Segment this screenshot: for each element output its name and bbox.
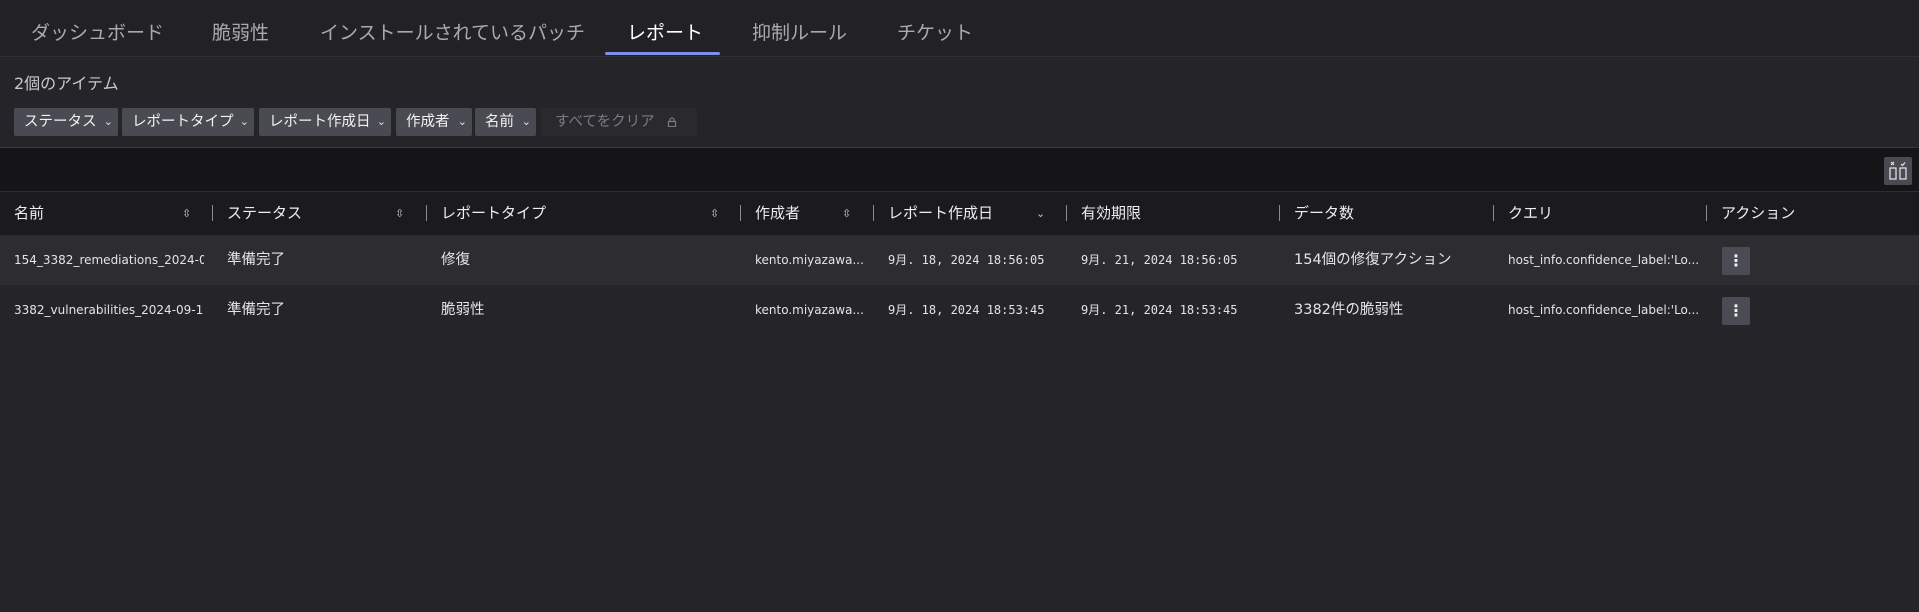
cell-data-count: 154個の修復アクション xyxy=(1294,252,1452,268)
tab-vulnerabilities[interactable]: 脆弱性 xyxy=(212,0,269,57)
cell-report-type: 修復 xyxy=(441,252,470,268)
cell-report-type: 脆弱性 xyxy=(441,302,485,318)
cell-created: 9月. 18, 2024 18:53:45 xyxy=(888,303,1045,317)
cell-author: kento.miyazawa... xyxy=(755,303,864,317)
column-toggle-icon xyxy=(1889,161,1907,180)
column-header-author[interactable]: 作成者 xyxy=(755,192,800,235)
column-divider[interactable] xyxy=(1706,205,1707,221)
column-divider[interactable] xyxy=(740,205,741,221)
sort-icon[interactable]: ⇳ xyxy=(395,192,404,235)
filter-label: 作成者 xyxy=(406,114,450,130)
column-divider[interactable] xyxy=(873,205,874,221)
sort-icon[interactable]: ⇳ xyxy=(842,192,851,235)
clear-all-label: すべてをクリア xyxy=(555,114,655,130)
column-header-status[interactable]: ステータス xyxy=(227,192,302,235)
lock-icon xyxy=(667,117,677,127)
chevron-down-icon: ⌄ xyxy=(239,115,249,128)
column-header-actions: アクション xyxy=(1721,204,1796,222)
column-divider[interactable] xyxy=(1066,205,1067,221)
chevron-down-icon[interactable]: ⌄ xyxy=(1036,192,1045,235)
kebab-menu-icon: ⋮ xyxy=(1728,251,1744,270)
column-divider[interactable] xyxy=(1493,205,1494,221)
filter-report-type[interactable]: レポートタイプ ⌄ xyxy=(122,108,254,136)
table-header: 名前 ⇳ ステータス ⇳ レポートタイプ ⇳ 作成者 ⇳ レポート作成日 ⌄ 有… xyxy=(0,192,1919,235)
cell-name[interactable]: 154_3382_remediations_2024-0... xyxy=(14,235,204,285)
cell-name[interactable]: 3382_vulnerabilities_2024-09-1... xyxy=(14,285,204,335)
cell-data-count: 3382件の脆弱性 xyxy=(1294,302,1404,318)
filter-label: ステータス xyxy=(24,114,97,130)
tab-dashboard[interactable]: ダッシュボード xyxy=(31,0,164,57)
sort-icon[interactable]: ⇳ xyxy=(182,192,191,235)
table-row[interactable]: 3382_vulnerabilities_2024-09-1... 準備完了 脆… xyxy=(0,285,1919,335)
column-header-query[interactable]: クエリ xyxy=(1508,192,1553,235)
column-header-expires[interactable]: 有効期限 xyxy=(1081,192,1141,235)
cell-author: kento.miyazawa... xyxy=(755,253,864,267)
tab-suppression-rules[interactable]: 抑制ルール xyxy=(752,0,847,57)
items-count: 2個のアイテム xyxy=(14,74,119,93)
cell-status: 準備完了 xyxy=(227,302,285,318)
tab-tickets[interactable]: チケット xyxy=(897,0,973,57)
tab-reports[interactable]: レポート xyxy=(627,0,703,57)
filter-label: レポート作成日 xyxy=(269,114,371,130)
chevron-down-icon: ⌄ xyxy=(521,115,531,128)
filter-report-created[interactable]: レポート作成日 ⌄ xyxy=(259,108,391,136)
chevron-down-icon: ⌄ xyxy=(376,115,386,128)
table-row[interactable]: 154_3382_remediations_2024-0... 準備完了 修復 … xyxy=(0,235,1919,285)
filter-label: レポートタイプ xyxy=(132,114,234,130)
filter-author[interactable]: 作成者 ⌄ xyxy=(396,108,472,136)
cell-query: host_info.confidence_label:'Lo... xyxy=(1508,253,1698,267)
cell-status: 準備完了 xyxy=(227,252,285,268)
column-header-created[interactable]: レポート作成日 xyxy=(888,192,993,235)
column-divider[interactable] xyxy=(212,205,213,221)
chevron-down-icon: ⌄ xyxy=(457,115,467,128)
column-header-report-type[interactable]: レポートタイプ xyxy=(441,192,546,235)
tab-installed-patches[interactable]: インストールされているパッチ xyxy=(320,0,585,57)
tab-bar: ダッシュボード 脆弱性 インストールされているパッチ レポート 抑制ルール チケ… xyxy=(0,0,1919,57)
row-actions-button[interactable]: ⋮ xyxy=(1722,297,1750,325)
filter-name[interactable]: 名前 ⌄ xyxy=(475,108,536,136)
chevron-down-icon: ⌄ xyxy=(103,115,113,128)
sort-icon[interactable]: ⇳ xyxy=(710,192,719,235)
clear-all-button[interactable]: すべてをクリア xyxy=(541,108,697,136)
active-tab-indicator xyxy=(605,52,720,55)
filter-label: 名前 xyxy=(485,114,514,130)
cell-expires: 9月. 21, 2024 18:53:45 xyxy=(1081,303,1238,317)
table-toolbar xyxy=(0,147,1919,192)
cell-query: host_info.confidence_label:'Lo... xyxy=(1508,303,1698,317)
kebab-menu-icon: ⋮ xyxy=(1728,301,1744,320)
column-toggle-button[interactable] xyxy=(1884,157,1912,185)
cell-created: 9月. 18, 2024 18:56:05 xyxy=(888,253,1045,267)
cell-expires: 9月. 21, 2024 18:56:05 xyxy=(1081,253,1238,267)
column-header-data-count[interactable]: データ数 xyxy=(1294,192,1354,235)
column-header-name[interactable]: 名前 xyxy=(14,192,44,235)
filter-status[interactable]: ステータス ⌄ xyxy=(14,108,118,136)
column-divider[interactable] xyxy=(426,205,427,221)
row-actions-button[interactable]: ⋮ xyxy=(1722,247,1750,275)
column-divider[interactable] xyxy=(1279,205,1280,221)
